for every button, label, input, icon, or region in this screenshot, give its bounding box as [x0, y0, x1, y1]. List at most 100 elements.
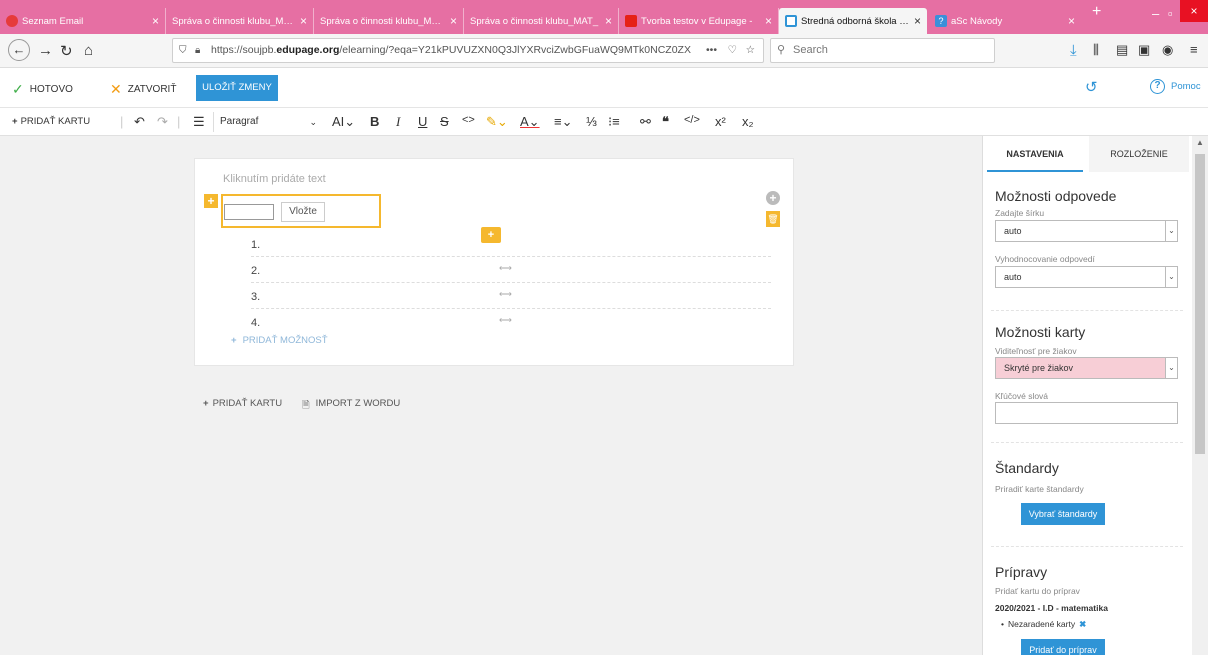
align-icon[interactable]: ≡⌄ — [554, 114, 572, 130]
settings-panel: NASTAVENIA ROZLOŽENIE Možnosti odpovede … — [982, 136, 1192, 655]
bullet-list-icon[interactable]: ⁝≡ — [608, 114, 620, 130]
italic-icon[interactable]: I — [396, 114, 400, 130]
quote-icon[interactable]: ❝ — [662, 114, 669, 130]
standards-title: Štandardy — [995, 460, 1059, 476]
browser-tab[interactable]: Správa o činnosti klubu_MAT_ × — [464, 8, 619, 34]
font-color-icon[interactable]: A⌄ — [520, 114, 540, 130]
save-changes-button[interactable]: ULOŽIŤ ZMENY — [196, 75, 278, 101]
code-inline-icon[interactable]: <> — [462, 114, 475, 126]
scroll-thumb[interactable] — [1195, 154, 1205, 454]
keywords-input[interactable] — [995, 402, 1178, 424]
close-window-icon[interactable]: × — [1180, 0, 1208, 22]
underline-icon[interactable]: U — [418, 114, 427, 129]
close-tab-icon[interactable]: × — [450, 14, 457, 28]
remove-icon[interactable]: ✖ — [1079, 619, 1086, 630]
chevron-down-icon: ⌄ — [1165, 221, 1177, 241]
visibility-select[interactable]: Skryté pre žiakov ⌄ — [995, 357, 1178, 379]
close-tab-icon[interactable]: × — [765, 14, 772, 28]
scroll-up-icon[interactable]: ▲ — [1196, 138, 1204, 147]
evaluation-select[interactable]: auto ⌄ — [995, 266, 1178, 288]
paragraph-select[interactable]: Paragraf ⌄ — [213, 112, 323, 132]
add-card-button[interactable]: + PRIDAŤ KARTU — [203, 398, 282, 409]
minimize-icon[interactable]: – — [1152, 6, 1159, 21]
close-tab-icon[interactable]: × — [152, 14, 159, 28]
drag-handle-icon[interactable]: ⟷ — [499, 315, 512, 326]
strikethrough-icon[interactable]: S — [440, 114, 449, 129]
text-placeholder[interactable]: Kliknutím pridáte text — [223, 173, 326, 185]
question-icon: ? — [1150, 79, 1165, 94]
add-card-toolbar-button[interactable]: + PRIDAŤ KARTU — [12, 116, 90, 127]
evaluation-label: Vyhodnocovanie odpovedí — [995, 254, 1095, 264]
select-standards-button[interactable]: Vybrať štandardy — [1021, 503, 1105, 525]
list-item[interactable]: 4. ⟷ — [251, 311, 771, 333]
list-item[interactable]: 3. ⟷ — [251, 285, 771, 309]
question-card[interactable]: Kliknutím pridáte text + Vložte + 🗑︎ + 1… — [194, 158, 794, 366]
bookmark-star-icon[interactable]: ☆ — [746, 39, 755, 62]
browser-tab[interactable]: Tvorba testov v Edupage - × — [619, 8, 779, 34]
menu-icon[interactable]: ≡ — [1190, 42, 1198, 57]
answer-input-block[interactable]: Vložte — [221, 194, 381, 228]
tab-layout[interactable]: ROZLOŽENIE — [1089, 136, 1189, 172]
search-icon: ⚲ — [777, 44, 786, 56]
undo-history-icon[interactable]: ↺ — [1085, 78, 1098, 96]
check-icon: ✓ — [12, 81, 24, 97]
more-icon[interactable]: ••• — [701, 39, 717, 62]
sidebar-icon[interactable]: ▤ — [1116, 42, 1128, 58]
import-word-button[interactable]: 🗎 IMPORT Z WORDU — [302, 398, 400, 414]
chevron-down-icon: ⌄ — [1165, 267, 1177, 287]
trash-icon[interactable]: 🗑︎ — [766, 211, 780, 227]
library-icon[interactable]: ⫼ — [1093, 42, 1099, 58]
subscript-icon[interactable]: x₂ — [742, 114, 754, 129]
search-input[interactable]: ⚲ Search — [770, 38, 995, 63]
url-bar[interactable]: ⛉ 🔒︎ https://soujpb.edupage.org/elearnin… — [172, 38, 764, 63]
done-button[interactable]: ✓ HOTOVO — [12, 81, 73, 98]
block-style-icon[interactable]: ☰ — [193, 114, 205, 130]
add-option-button[interactable]: + PRIDAŤ MOŽNOSŤ — [231, 335, 328, 346]
redo-icon[interactable]: ↷ — [157, 114, 168, 130]
pocket-icon[interactable]: ♡ — [728, 39, 737, 62]
extension-icon[interactable]: ◉ — [1162, 42, 1173, 58]
width-select[interactable]: auto ⌄ — [995, 220, 1178, 242]
browser-tab-active[interactable]: Stredná odborná škola stro × — [779, 8, 927, 34]
insert-button[interactable]: Vložte — [281, 202, 325, 222]
close-button[interactable]: ✕ ZATVORIŤ — [110, 81, 176, 98]
help-button[interactable]: ? Pomoc — [1150, 79, 1201, 94]
browser-tab[interactable]: Správa o činnosti klubu_MAT_ × — [166, 8, 314, 34]
browser-tab[interactable]: ? aSc Návody × — [929, 8, 1081, 34]
numbered-list-icon[interactable]: ⅓ — [586, 114, 597, 129]
add-to-prep-button[interactable]: Pridať do príprav — [1021, 639, 1105, 655]
highlight-icon[interactable]: ✎⌄ — [486, 114, 508, 130]
close-tab-icon[interactable]: × — [605, 14, 612, 28]
forward-icon[interactable]: → — [38, 42, 53, 59]
close-tab-icon[interactable]: × — [914, 14, 921, 28]
superscript-icon[interactable]: x² — [715, 114, 726, 129]
browser-tab[interactable]: Seznam Email × — [0, 8, 166, 34]
plus-icon: + — [231, 335, 237, 346]
new-tab-icon[interactable]: + — [1092, 3, 1101, 21]
chevron-down-icon: ⌄ — [1165, 358, 1177, 378]
font-size-icon[interactable]: AI⌄ — [332, 114, 355, 130]
add-block-icon[interactable]: + — [204, 194, 218, 208]
drag-handle-icon[interactable]: ⟷ — [499, 289, 512, 300]
close-tab-icon[interactable]: × — [1068, 14, 1075, 28]
bold-icon[interactable]: B — [370, 114, 379, 129]
code-block-icon[interactable]: </> — [684, 114, 700, 126]
answer-field[interactable] — [224, 204, 274, 220]
add-circle-icon[interactable]: + — [766, 191, 780, 205]
link-icon[interactable]: ⚯ — [640, 114, 651, 130]
home-icon[interactable]: ⌂ — [84, 42, 93, 59]
maximize-icon[interactable]: ▫ — [1168, 6, 1173, 21]
undo-icon[interactable]: ↶ — [134, 114, 145, 130]
container-icon[interactable]: ▣ — [1138, 42, 1150, 58]
close-tab-icon[interactable]: × — [300, 14, 307, 28]
reload-icon[interactable]: ↻ — [60, 42, 73, 60]
tab-settings[interactable]: NASTAVENIA — [987, 136, 1083, 172]
drag-handle-icon[interactable]: ⟷ — [499, 263, 512, 274]
list-item[interactable]: 2. ⟷ — [251, 259, 771, 283]
document-icon: 🗎 — [302, 400, 310, 411]
back-icon[interactable]: ← — [8, 39, 30, 61]
list-item[interactable]: 1. — [251, 233, 771, 257]
browser-tab[interactable]: Správa o činnosti klubu_MAT_ × — [314, 8, 464, 34]
download-icon[interactable]: ⤓ — [1070, 42, 1077, 59]
scrollbar[interactable]: ▲ — [1192, 136, 1208, 655]
